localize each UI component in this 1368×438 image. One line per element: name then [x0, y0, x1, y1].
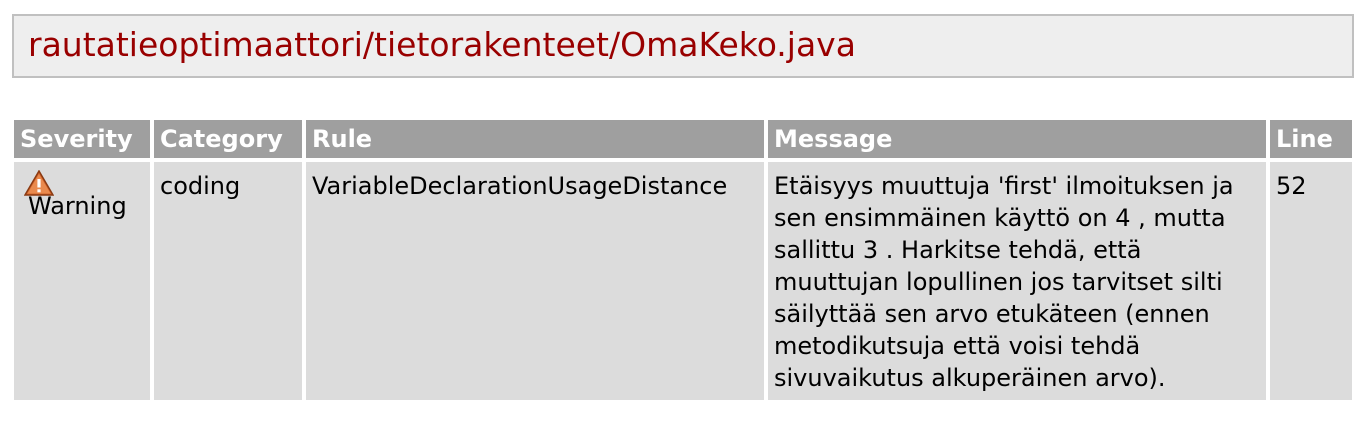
header-message[interactable]: Message: [768, 120, 1266, 158]
header-severity[interactable]: Severity: [14, 120, 150, 158]
table-row: Warning coding VariableDeclarationUsageD…: [14, 162, 1352, 400]
header-category[interactable]: Category: [154, 120, 302, 158]
file-path-heading: rautatieoptimaattori/tietorakenteet/OmaK…: [12, 14, 1354, 78]
header-line[interactable]: Line: [1270, 120, 1352, 158]
category-cell: coding: [154, 162, 302, 400]
table-header-row: Severity Category Rule Message Line: [14, 120, 1352, 158]
line-number-cell: 52: [1270, 162, 1352, 400]
severity-cell: Warning: [14, 162, 150, 400]
rule-cell: VariableDeclarationUsageDistance: [306, 162, 764, 400]
message-cell: Etäisyys muuttuja 'first' ilmoituksen ja…: [768, 162, 1266, 400]
header-rule[interactable]: Rule: [306, 120, 764, 158]
violations-table: Severity Category Rule Message Line Warn…: [10, 116, 1356, 404]
severity-label: Warning: [28, 192, 127, 220]
message-text: Etäisyys muuttuja 'first' ilmoituksen ja…: [774, 172, 1234, 392]
